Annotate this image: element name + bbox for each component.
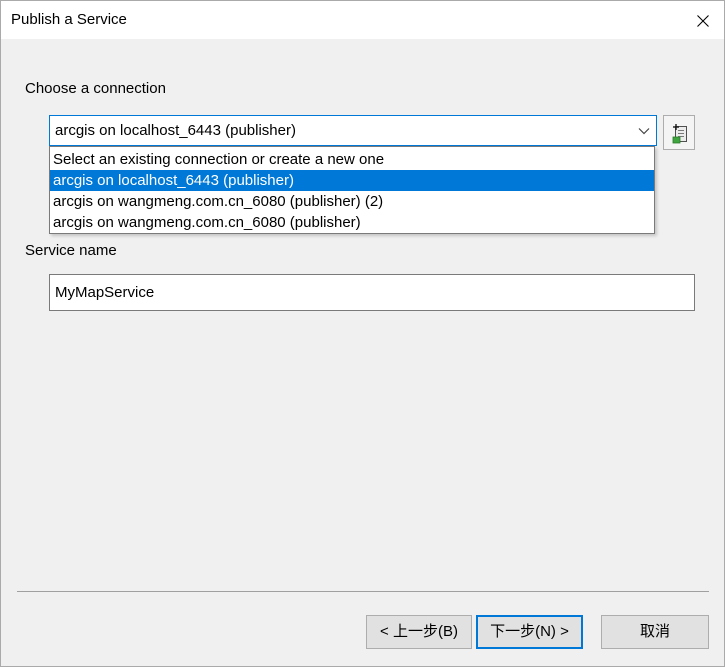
footer-divider bbox=[17, 591, 709, 592]
connection-combobox[interactable]: arcgis on localhost_6443 (publisher) bbox=[49, 115, 657, 146]
connection-option[interactable]: arcgis on wangmeng.com.cn_6080 (publishe… bbox=[50, 212, 654, 233]
title-bar: Publish a Service bbox=[1, 1, 724, 39]
connection-option[interactable]: arcgis on wangmeng.com.cn_6080 (publishe… bbox=[50, 191, 654, 212]
connection-dropdown-list: Select an existing connection or create … bbox=[49, 146, 655, 234]
service-name-label: Service name bbox=[25, 242, 117, 259]
connection-label: Choose a connection bbox=[25, 80, 166, 97]
close-button[interactable] bbox=[689, 8, 717, 34]
chevron-down-icon[interactable] bbox=[638, 127, 650, 135]
cancel-button-label: 取消 bbox=[639, 623, 670, 640]
back-button-label: < 上一步(B) bbox=[380, 623, 458, 640]
connection-option-highlighted[interactable]: arcgis on localhost_6443 (publisher) bbox=[50, 170, 654, 191]
publish-service-dialog: Publish a Service Choose a connection ar… bbox=[0, 0, 725, 667]
add-connection-button[interactable] bbox=[663, 115, 695, 150]
close-icon bbox=[697, 15, 709, 27]
back-button[interactable]: < 上一步(B) bbox=[366, 615, 472, 649]
service-name-input[interactable] bbox=[50, 275, 694, 310]
add-server-connection-icon bbox=[672, 124, 687, 144]
next-button[interactable]: 下一步(N) > bbox=[476, 615, 583, 649]
window-title: Publish a Service bbox=[11, 11, 127, 28]
next-button-label: 下一步(N) > bbox=[490, 623, 569, 640]
connection-option[interactable]: Select an existing connection or create … bbox=[50, 149, 654, 170]
connection-selected-value: arcgis on localhost_6443 (publisher) bbox=[55, 122, 296, 139]
service-name-field[interactable] bbox=[49, 274, 695, 311]
cancel-button[interactable]: 取消 bbox=[601, 615, 709, 649]
